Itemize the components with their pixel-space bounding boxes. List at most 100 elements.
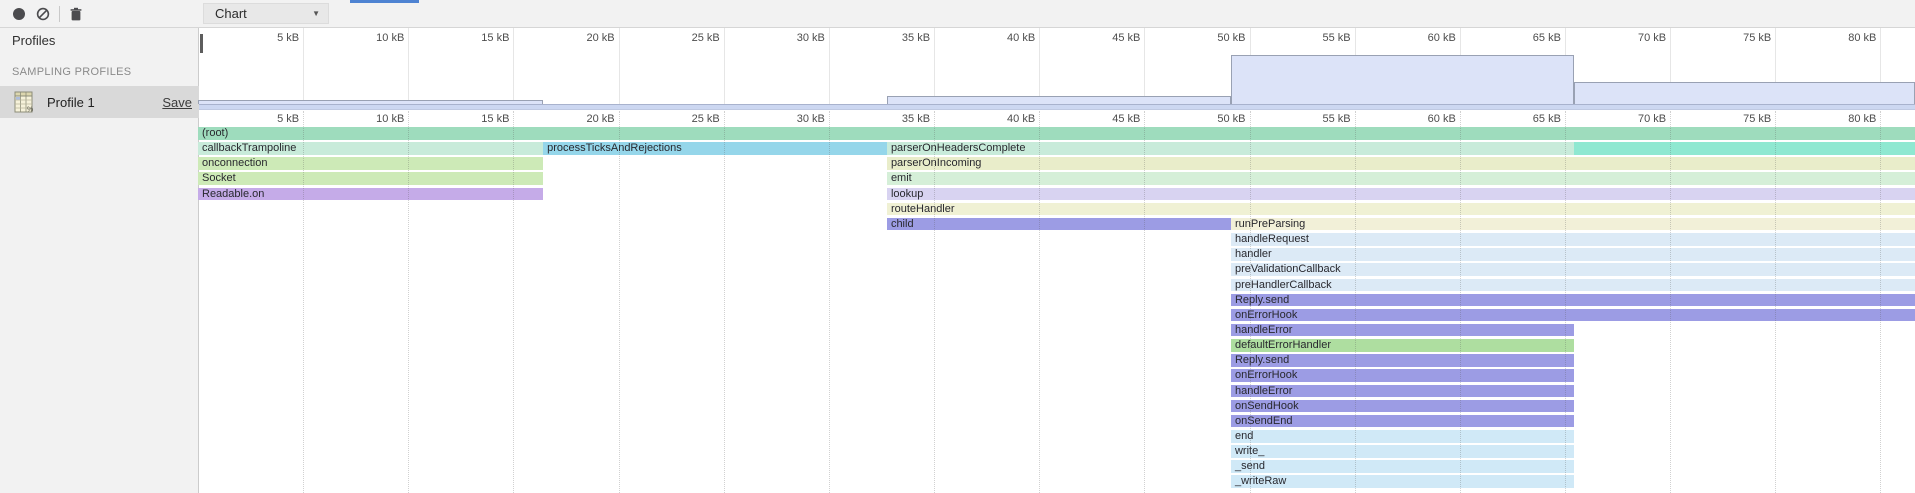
flame-segment[interactable] (1574, 142, 1915, 155)
overview-ruler-tick-label: 20 kB (555, 32, 615, 44)
flame-gridline (1250, 111, 1252, 493)
profile-icon: % (14, 91, 34, 113)
flame-segment--writeraw[interactable]: _writeRaw (1231, 475, 1574, 488)
overview-gridline (619, 28, 620, 104)
clear-profiles-button[interactable] (36, 7, 50, 21)
flame-segment-reply-send[interactable]: Reply.send (1231, 294, 1915, 307)
flame-gridline (724, 111, 726, 493)
flame-gridline (1144, 111, 1146, 493)
flame-ruler-tick-label: 35 kB (870, 113, 930, 125)
flame-ruler-tick-label: 55 kB (1291, 113, 1351, 125)
flame-gridline (619, 111, 621, 493)
flame-segment-callbacktrampoline[interactable]: callbackTrampoline (198, 142, 543, 155)
overview-ruler-tick-label: 70 kB (1606, 32, 1666, 44)
overview-step (1574, 82, 1915, 104)
overview-ruler-tick-label: 15 kB (449, 32, 509, 44)
overview-ruler-tick-label: 50 kB (1186, 32, 1246, 44)
flame-segment-onerrorhook[interactable]: onErrorHook (1231, 369, 1574, 382)
flame-segment-onsendhook[interactable]: onSendHook (1231, 400, 1574, 413)
flame-segment-socket[interactable]: Socket (198, 172, 543, 185)
delete-profile-button[interactable] (69, 7, 83, 21)
view-mode-value: Chart (215, 6, 247, 21)
save-profile-link[interactable]: Save (162, 95, 192, 110)
flame-segment-child[interactable]: child (887, 218, 1231, 231)
clear-icon (36, 7, 50, 21)
flame-segment-runpreparsing[interactable]: runPreParsing (1231, 218, 1915, 231)
flame-gridline (1355, 111, 1357, 493)
overview-ruler-tick-label: 5 kB (239, 32, 299, 44)
sampling-profiles-section-label: SAMPLING PROFILES (12, 66, 131, 78)
overview-ruler-tick-label: 55 kB (1291, 32, 1351, 44)
flame-segment-parseronheaderscomplete[interactable]: parserOnHeadersComplete (887, 142, 1574, 155)
overview-step (1231, 55, 1574, 104)
overview-ruler-tick-label: 65 kB (1501, 32, 1561, 44)
flame-gridline (934, 111, 936, 493)
flame-gridline (1670, 111, 1672, 493)
overview-ruler-tick-label: 30 kB (765, 32, 825, 44)
overview-gridline (1144, 28, 1145, 104)
record-button[interactable] (12, 7, 26, 21)
flame-segment-processticksandrejections[interactable]: processTicksAndRejections (543, 142, 887, 155)
flame-segment-write-[interactable]: write_ (1231, 445, 1574, 458)
flame-ruler-tick-label: 30 kB (765, 113, 825, 125)
flame-segment-prevalidationcallback[interactable]: preValidationCallback (1231, 263, 1915, 276)
trash-icon (69, 7, 83, 21)
overview-selection-band[interactable] (199, 104, 1915, 110)
dropdown-arrow-icon: ▼ (312, 9, 320, 18)
profiles-heading: Profiles (12, 33, 55, 48)
overview-gridline (934, 28, 935, 104)
flame-gridline (1039, 111, 1041, 493)
flame-gridline (1775, 111, 1777, 493)
flame-segment-defaulterrorhandler[interactable]: defaultErrorHandler (1231, 339, 1574, 352)
overview-ruler-tick-label: 80 kB (1816, 32, 1876, 44)
flame-ruler-tick-label: 80 kB (1816, 113, 1876, 125)
flame-ruler-tick-label: 20 kB (555, 113, 615, 125)
overview-ruler-tick-label: 75 kB (1711, 32, 1771, 44)
overview-ruler-tick-label: 45 kB (1080, 32, 1140, 44)
active-tab-indicator (350, 0, 419, 3)
overview-gridline (408, 28, 409, 104)
overview-step (887, 96, 1231, 104)
flame-segment-handleerror[interactable]: handleError (1231, 324, 1574, 337)
heap-profiler-panel: Chart ▼ Profiles SAMPLING PROFILES % Pro… (0, 0, 1915, 493)
flame-ruler-tick-label: 60 kB (1396, 113, 1456, 125)
flame-segment-handler[interactable]: handler (1231, 248, 1915, 261)
flame-ruler-tick-label: 25 kB (660, 113, 720, 125)
flame-segment-prehandlercallback[interactable]: preHandlerCallback (1231, 279, 1915, 292)
overview-ruler-tick-label: 10 kB (344, 32, 404, 44)
flame-segment-readable-on[interactable]: Readable.on (198, 188, 543, 201)
profile-name: Profile 1 (47, 95, 95, 110)
flame-segment--send[interactable]: _send (1231, 460, 1574, 473)
overview-ruler-tick-label: 35 kB (870, 32, 930, 44)
profile-list-item[interactable]: % Profile 1 Save (0, 86, 199, 118)
view-mode-select[interactable]: Chart ▼ (203, 3, 329, 24)
overview-gridline (513, 28, 514, 104)
flame-ruler-tick-label: 50 kB (1186, 113, 1246, 125)
profiler-toolbar: Chart ▼ (0, 0, 1915, 28)
flame-gridline (1565, 111, 1567, 493)
flame-ruler-tick-label: 10 kB (344, 113, 404, 125)
flame-segment-end[interactable]: end (1231, 430, 1574, 443)
overview-gridline (1039, 28, 1040, 104)
record-icon (13, 8, 25, 20)
flame-segment-onerrorhook[interactable]: onErrorHook (1231, 309, 1915, 322)
svg-text:%: % (27, 106, 33, 113)
overview-gridline (303, 28, 304, 104)
flame-ruler-tick-label: 15 kB (449, 113, 509, 125)
flame-segment-handleerror[interactable]: handleError (1231, 385, 1574, 398)
flame-gridline (829, 111, 831, 493)
flame-segment-handlerequest[interactable]: handleRequest (1231, 233, 1915, 246)
overview-gridline (829, 28, 830, 104)
overview-ruler-tick-label: 40 kB (975, 32, 1035, 44)
overview-ruler-tick-label: 60 kB (1396, 32, 1456, 44)
overview-ruler-tick-label: 25 kB (660, 32, 720, 44)
flame-segment--root-[interactable]: (root) (198, 127, 1915, 140)
flame-segment-onconnection[interactable]: onconnection (198, 157, 543, 170)
flame-segment-reply-send[interactable]: Reply.send (1231, 354, 1574, 367)
flame-ruler-tick-label: 65 kB (1501, 113, 1561, 125)
profiles-sidebar: Profiles SAMPLING PROFILES % Profile 1 S… (0, 28, 199, 493)
flame-ruler-tick-label: 40 kB (975, 113, 1035, 125)
flame-ruler-tick-label: 70 kB (1606, 113, 1666, 125)
flame-segment-onsendend[interactable]: onSendEnd (1231, 415, 1574, 428)
overview-left-grip[interactable] (200, 34, 203, 53)
